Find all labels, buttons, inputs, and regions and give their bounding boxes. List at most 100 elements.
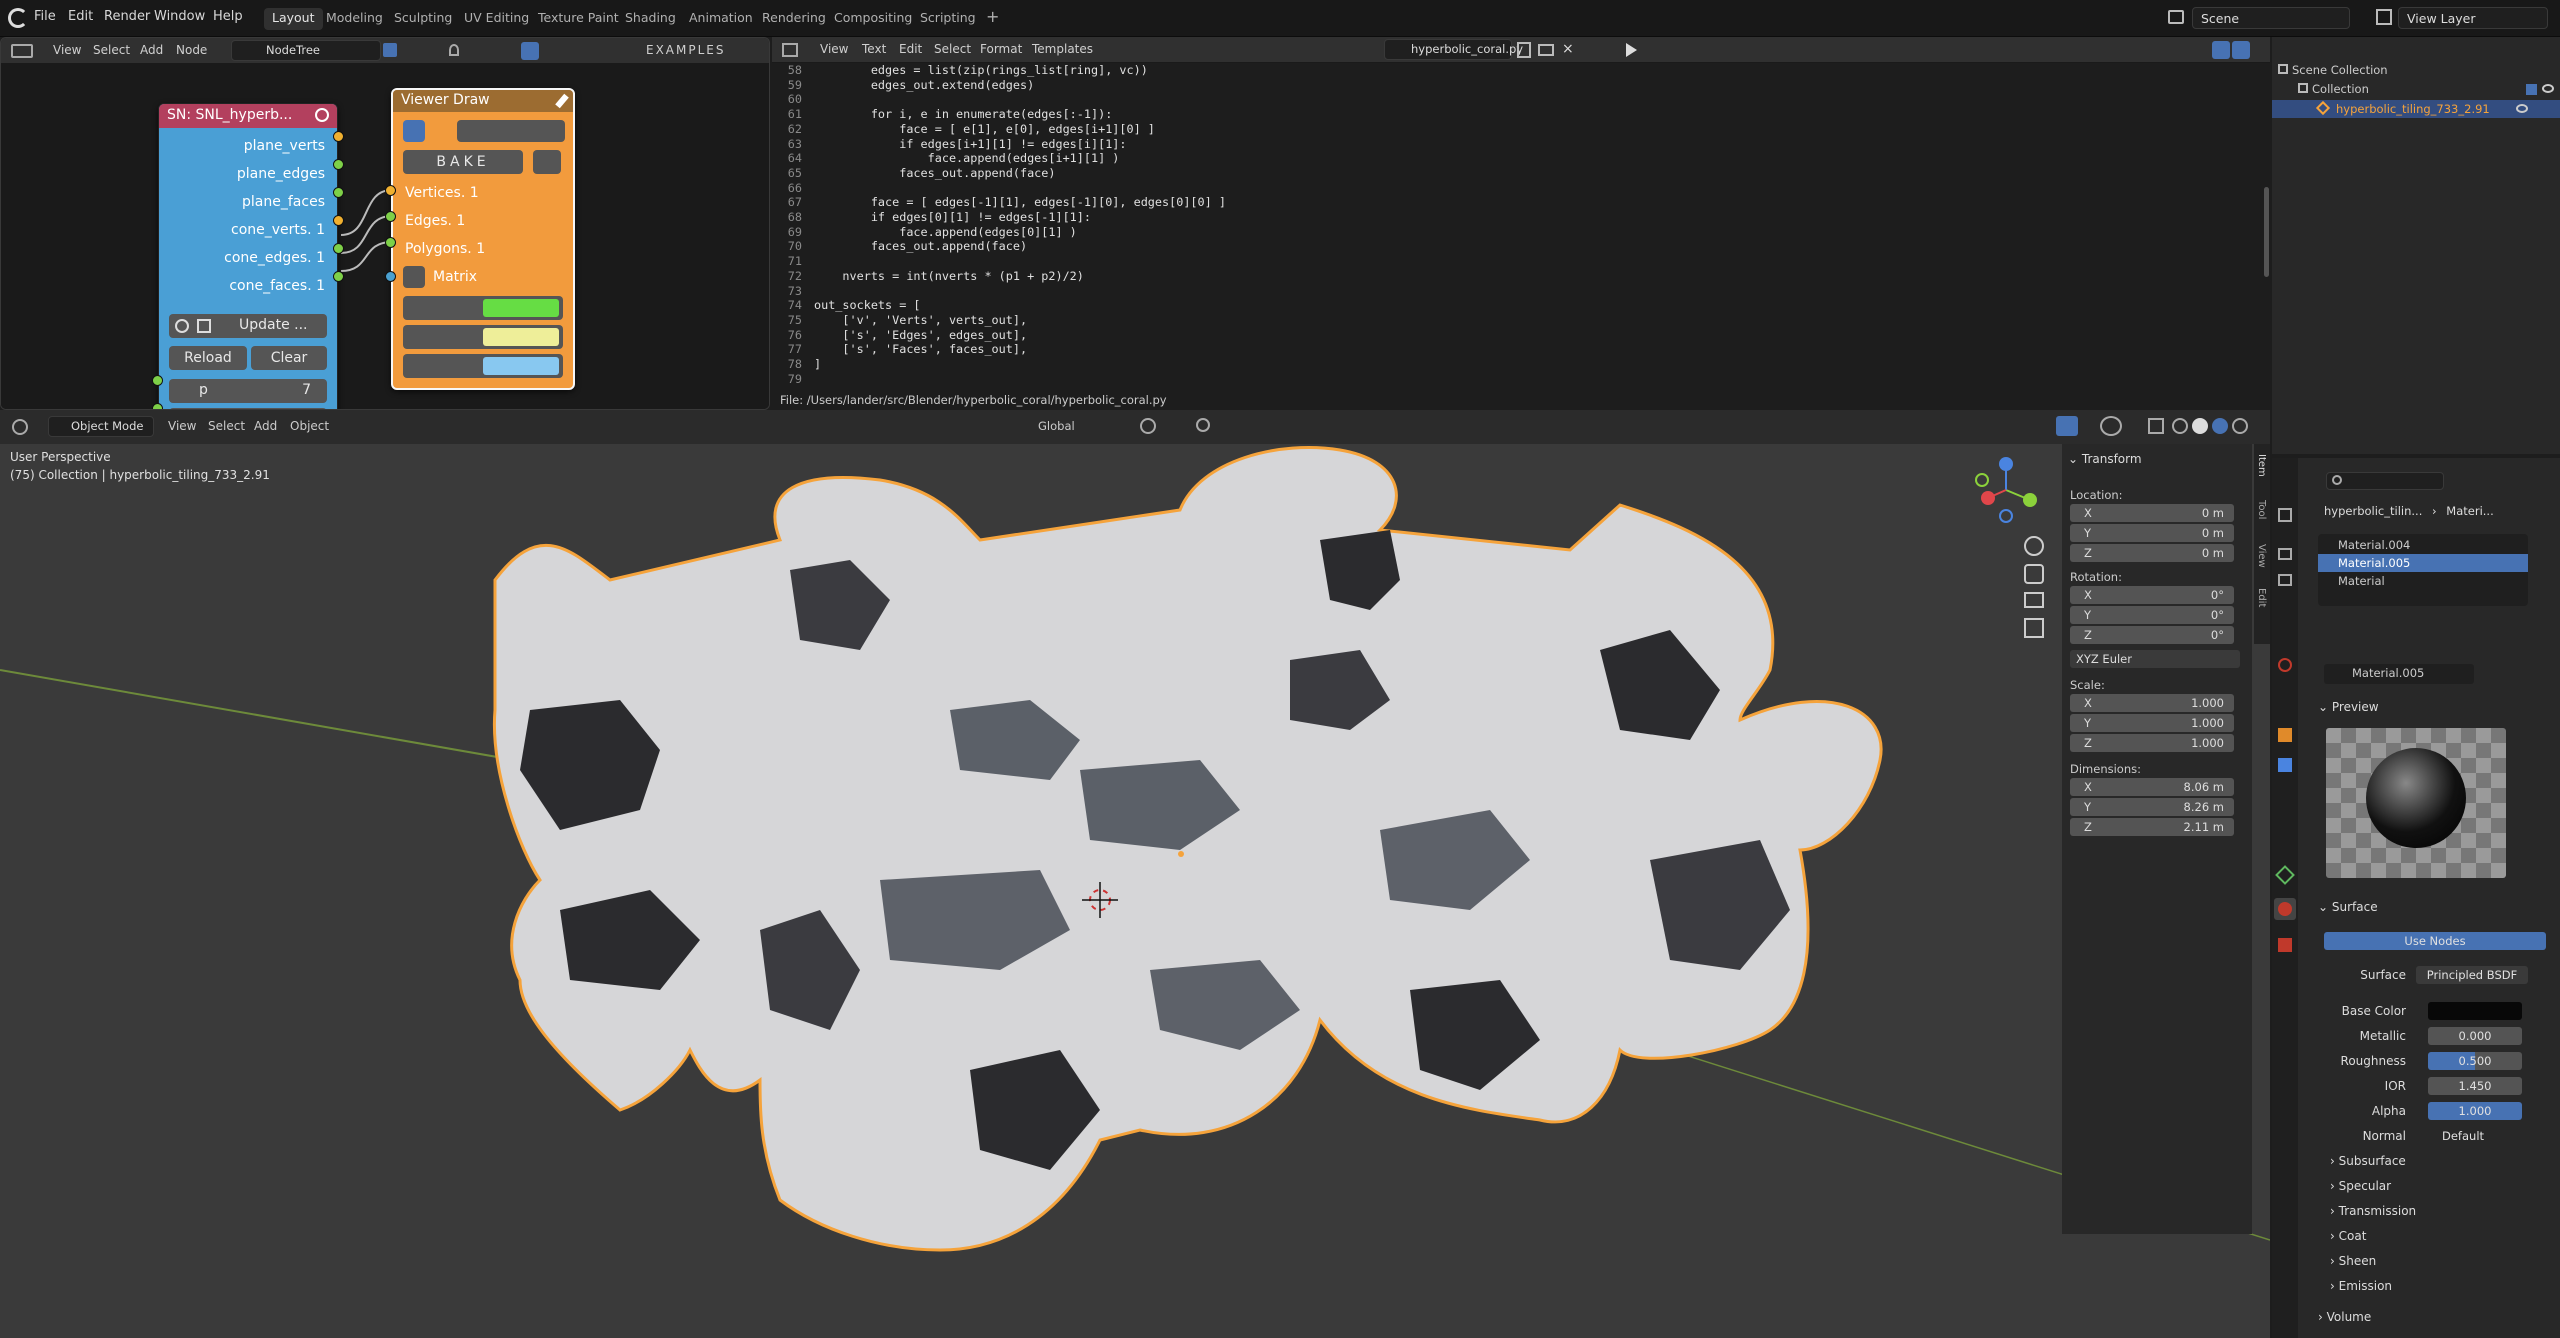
socket-plane-edges[interactable]	[333, 159, 344, 170]
preview-section-header[interactable]: ⌄ Preview	[2318, 700, 2379, 714]
surface-section-header[interactable]: ⌄ Surface	[2318, 900, 2378, 914]
text-menu-select[interactable]: Select	[934, 42, 971, 56]
code-line[interactable]: 69 face.append(edges[0][1] )	[780, 225, 2260, 240]
text-menu-text[interactable]: Text	[862, 42, 886, 56]
viewport-menu-add[interactable]: Add	[254, 419, 277, 433]
display-mode-buttons[interactable]	[457, 120, 565, 142]
collection-row[interactable]: Collection	[2298, 82, 2558, 96]
code-line[interactable]: 66	[780, 181, 2260, 196]
base-color-swatch[interactable]	[2428, 1002, 2522, 1020]
socket-param-p[interactable]	[152, 375, 163, 386]
text-menu-edit[interactable]: Edit	[899, 42, 922, 56]
snap-icon[interactable]	[1140, 418, 1156, 434]
pin-icon[interactable]	[449, 44, 459, 56]
text-menu-format[interactable]: Format	[980, 42, 1022, 56]
clear-button[interactable]: Clear	[251, 346, 327, 370]
tab-scripting[interactable]: Scripting	[912, 8, 984, 30]
rotation-z-field[interactable]: Z 0°	[2070, 626, 2234, 644]
code-line[interactable]: 62 face = [ e[1], e[0], edges[i+1][0] ]	[780, 122, 2260, 137]
socket-cone-verts[interactable]	[333, 215, 344, 226]
checkbox-icon[interactable]	[2526, 84, 2537, 95]
scale-y-field[interactable]: Y 1.000	[2070, 714, 2234, 732]
dimensions-x-field[interactable]: X 8.06 m	[2070, 778, 2234, 796]
tab-uv-editing[interactable]: UV Editing	[456, 8, 537, 30]
render-tab-icon[interactable]	[2278, 548, 2292, 560]
roughness-slider[interactable]: 0.500	[2428, 1052, 2522, 1070]
ior-field[interactable]: 1.450	[2428, 1077, 2522, 1095]
world-tab-icon[interactable]	[2278, 658, 2292, 672]
code-line[interactable]: 79	[780, 372, 2260, 387]
examples-button[interactable]: EXAMPLES	[646, 43, 726, 57]
tool-tab-icon[interactable]	[2278, 508, 2292, 522]
code-line[interactable]: 68 if edges[0][1] != edges[-1][1]:	[780, 210, 2260, 225]
param-p-field[interactable]: p 7	[169, 379, 327, 403]
data-tab-icon[interactable]	[2275, 865, 2295, 885]
material-slot-item[interactable]: Material	[2318, 572, 2528, 590]
code-line[interactable]: 78]	[780, 357, 2260, 372]
text-menu-templates[interactable]: Templates	[1032, 42, 1093, 56]
object-row[interactable]: hyperbolic_tiling_733_2.91	[2272, 100, 2560, 118]
code-line[interactable]: 59 edges_out.extend(edges)	[780, 78, 2260, 93]
socket-cone-edges[interactable]	[333, 243, 344, 254]
close-text-icon[interactable]: ×	[1562, 41, 1576, 57]
menu-file[interactable]: File	[34, 9, 56, 24]
node-menu-node[interactable]: Node	[176, 43, 207, 57]
viewport-gizmo-toggle-icon[interactable]	[2056, 416, 2078, 436]
code-line[interactable]: 77 ['s', 'Faces', faces_out],	[780, 342, 2260, 357]
code-line[interactable]: 67 face = [ edges[-1][1], edges[-1][0], …	[780, 195, 2260, 210]
location-y-field[interactable]: Y0 m	[2070, 524, 2234, 542]
fake-user-icon[interactable]	[383, 43, 397, 57]
code-line[interactable]: 74 out_sockets = [	[780, 298, 2260, 313]
material-slots-list[interactable]: Material.004 Material.005 Material	[2318, 534, 2528, 606]
sheen-section[interactable]: › Sheen	[2330, 1254, 2376, 1268]
output-tab-icon[interactable]	[2278, 574, 2292, 586]
sn-script-node[interactable]: SN: SNL_hyperb... plane_verts plane_edge…	[158, 103, 338, 409]
tab-modeling[interactable]: Modeling	[318, 8, 391, 30]
socket-input-polygons[interactable]	[385, 237, 396, 248]
transform-orientation-dropdown[interactable]: Global	[1014, 416, 1090, 437]
socket-cone-faces[interactable]	[333, 271, 344, 282]
rotation-y-field[interactable]: Y 0°	[2070, 606, 2234, 624]
line-numbers-toggle-icon[interactable]	[2212, 41, 2230, 59]
tab-animation[interactable]: Animation	[681, 8, 761, 30]
viewport-menu-view[interactable]: View	[168, 419, 196, 433]
tab-rendering[interactable]: Rendering	[754, 8, 834, 30]
face-color-swatch[interactable]	[483, 357, 559, 375]
subsurface-section[interactable]: › Subsurface	[2330, 1154, 2406, 1168]
vertex-color-swatch[interactable]	[483, 299, 559, 317]
properties-search-input[interactable]	[2326, 472, 2444, 490]
menu-edit[interactable]: Edit	[68, 9, 93, 24]
code-area[interactable]: 58 edges = list(zip(rings_list[ring], vc…	[780, 63, 2260, 393]
code-line[interactable]: 71	[780, 254, 2260, 269]
node-menu-add[interactable]: Add	[140, 43, 163, 57]
eye-icon[interactable]	[2542, 84, 2554, 93]
location-x-field[interactable]: X0 m	[2070, 504, 2234, 522]
scale-x-field[interactable]: X 1.000	[2070, 694, 2234, 712]
object-tab-icon[interactable]	[2278, 728, 2292, 742]
rotation-mode-dropdown[interactable]: XYZ Euler	[2070, 650, 2240, 668]
code-line[interactable]: 60	[780, 92, 2260, 107]
rotation-x-field[interactable]: X 0°	[2070, 586, 2234, 604]
camera-icon[interactable]	[2024, 592, 2044, 608]
3d-viewport[interactable]: Object Mode View Select Add Object Globa…	[0, 410, 2270, 1338]
texture-tab-icon[interactable]	[2278, 938, 2292, 952]
surface-shader-dropdown[interactable]: Principled BSDF	[2416, 966, 2528, 984]
socket-param-q[interactable]	[152, 403, 163, 409]
transform-panel-title[interactable]: ⌄ Transform	[2068, 452, 2142, 466]
material-slot-item-active[interactable]: Material.005	[2318, 554, 2528, 572]
node-tree-selector[interactable]: NodeTree	[231, 40, 381, 61]
shading-wireframe-icon[interactable]	[2172, 418, 2188, 434]
ortho-grid-icon[interactable]	[2024, 618, 2044, 638]
material-slot-item[interactable]: Material.004	[2318, 536, 2528, 554]
frame-icon[interactable]	[533, 150, 561, 174]
shading-solid-icon[interactable]	[2192, 418, 2208, 434]
bake-button[interactable]: BAKE	[403, 150, 523, 174]
shading-rendered-icon[interactable]	[2232, 418, 2248, 434]
tab-tool[interactable]: Tool	[2256, 500, 2267, 519]
tab-edit[interactable]: Edit	[2256, 588, 2267, 607]
proportional-edit-icon[interactable]	[1196, 418, 1210, 432]
new-text-icon[interactable]	[1517, 42, 1531, 58]
open-folder-icon[interactable]	[1538, 44, 1554, 56]
code-line[interactable]: 65 faces_out.append(face)	[780, 166, 2260, 181]
tab-view[interactable]: View	[2256, 544, 2267, 568]
